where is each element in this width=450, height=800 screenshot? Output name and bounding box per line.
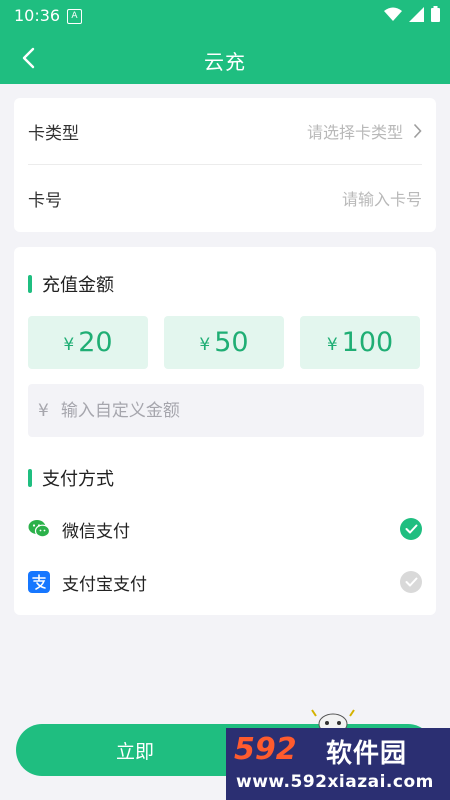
status-bar: 10:36 A (0, 0, 450, 32)
card-number-label: 卡号 (28, 190, 62, 211)
amount-value: 100 (341, 327, 394, 358)
payment-option-alipay[interactable]: 支付宝支付 (28, 562, 422, 602)
card-type-label: 卡类型 (28, 123, 79, 144)
payment-label: 支付宝支付 (62, 574, 147, 595)
signal-icon (409, 6, 424, 22)
amount-option-20[interactable]: ¥ 20 (28, 316, 148, 369)
status-time: 10:36 (14, 6, 61, 25)
watermark-brand-cn: 软件园 (326, 739, 408, 769)
recharge-title-text: 充值金额 (42, 275, 114, 296)
section-accent-bar (28, 469, 32, 487)
custom-amount-field: ¥ (28, 384, 424, 437)
card-info-card: 卡类型 请选择卡类型 卡号 请输入卡号 (14, 98, 436, 232)
amount-options: ¥ 20 ¥ 50 ¥ 100 (28, 316, 420, 369)
wifi-icon (384, 7, 402, 21)
amount-option-100[interactable]: ¥ 100 (300, 316, 420, 369)
battery-icon (431, 6, 440, 22)
app-bar: 云充 (0, 32, 450, 84)
watermark-logo: 592 软件园 www.592xiazai.com (226, 728, 450, 800)
card-type-placeholder: 请选择卡类型 (306, 123, 403, 142)
card-number-row: 卡号 请输入卡号 (28, 165, 422, 231)
currency-symbol: ¥ (199, 334, 211, 355)
notification-icon: A (67, 9, 82, 24)
chevron-right-icon (413, 123, 422, 139)
watermark-url: www.592xiazai.com (236, 772, 434, 792)
selected-check-icon[interactable] (400, 518, 422, 540)
page-title: 云充 (204, 50, 246, 74)
amount-option-50[interactable]: ¥ 50 (164, 316, 284, 369)
card-number-input[interactable]: 请输入卡号 (342, 186, 422, 210)
currency-symbol: ¥ (38, 400, 49, 421)
unselected-check-icon[interactable] (400, 571, 422, 593)
recharge-card: 充值金额 ¥ 20 ¥ 50 ¥ 100 ¥ 支付方式 (14, 247, 436, 615)
card-type-row[interactable]: 卡类型 请选择卡类型 (28, 98, 422, 165)
recharge-section-title: 充值金额 (28, 271, 114, 297)
watermark-digits: 592 (234, 732, 297, 767)
alipay-icon (28, 571, 50, 593)
payment-title-text: 支付方式 (42, 469, 114, 490)
currency-symbol: ¥ (326, 334, 338, 355)
amount-value: 50 (214, 327, 249, 358)
payment-option-wechat[interactable]: 微信支付 (28, 509, 422, 549)
submit-label: 立即 (115, 740, 154, 763)
custom-amount-input[interactable] (58, 399, 393, 422)
amount-value: 20 (78, 327, 113, 358)
currency-symbol: ¥ (63, 334, 75, 355)
status-icons (384, 6, 440, 22)
payment-label: 微信支付 (62, 521, 130, 542)
section-accent-bar (28, 275, 32, 293)
card-type-select[interactable]: 请选择卡类型 (307, 119, 422, 143)
payment-section-title: 支付方式 (28, 465, 114, 491)
watermark-brand-digits: 592 (234, 732, 297, 767)
wechat-icon (28, 520, 50, 538)
